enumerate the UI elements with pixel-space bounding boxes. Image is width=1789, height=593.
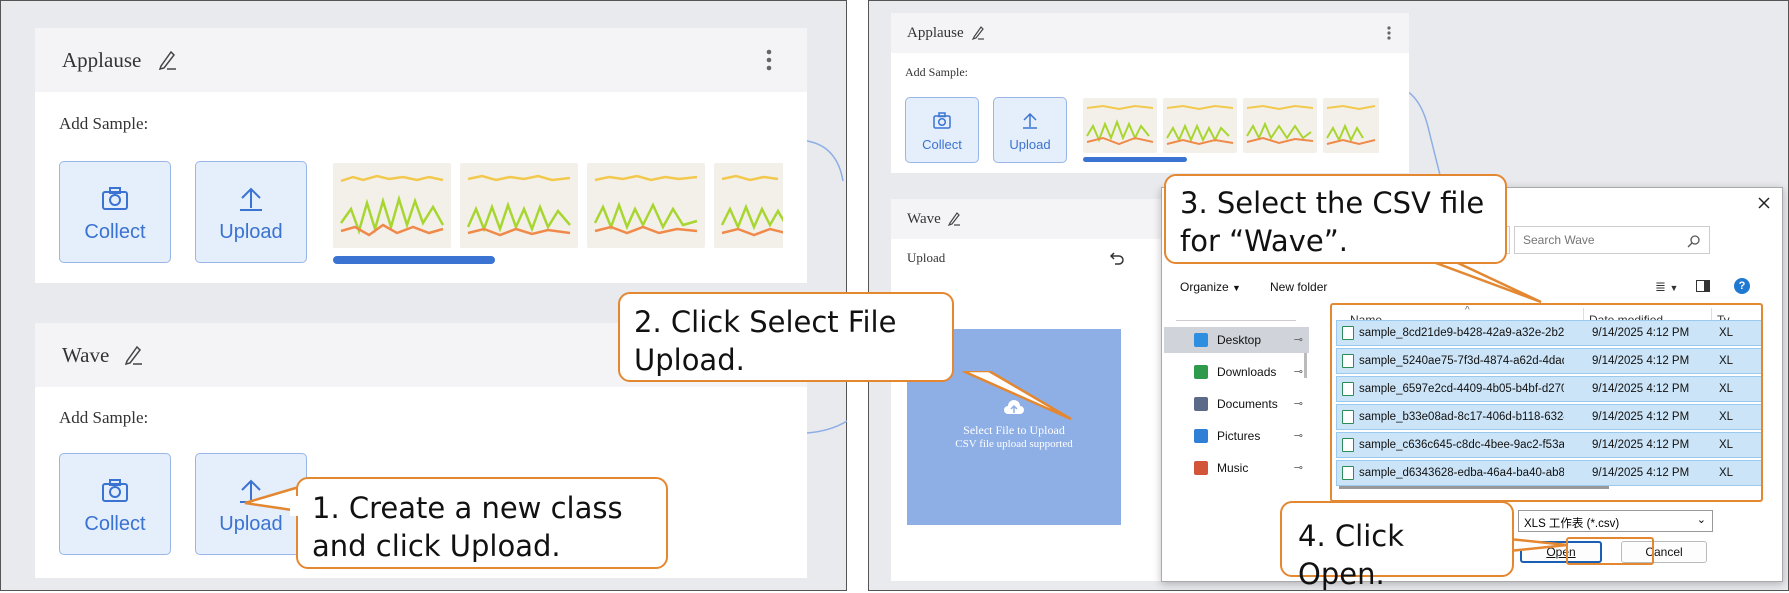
nav-item-label: Desktop xyxy=(1217,333,1262,347)
more-menu-icon[interactable] xyxy=(765,48,773,72)
preview-pane-icon[interactable] xyxy=(1696,280,1710,292)
nav-item-downloads[interactable]: Downloads ⊸ xyxy=(1164,359,1309,385)
class-card-applause: Applause Add Sample: Collect Upload xyxy=(35,28,807,283)
upload-button[interactable]: Upload xyxy=(993,97,1067,163)
desktop-icon xyxy=(1194,333,1208,347)
class-title[interactable]: Wave xyxy=(907,211,941,228)
pin-icon: ⊸ xyxy=(1293,334,1303,346)
collect-label: Collect xyxy=(84,513,146,535)
file-type-filter-label: XLS 工作表 (*.csv) xyxy=(1524,518,1620,530)
camera-icon xyxy=(102,187,128,210)
sample-thumbnail[interactable] xyxy=(714,163,783,248)
dropdown-arrow-icon: ▼ xyxy=(1232,283,1241,293)
thumbnail-scrollbar[interactable] xyxy=(333,256,495,264)
dropzone-title: Select File to Upload xyxy=(963,423,1065,437)
nav-item-desktop[interactable]: Desktop ⊸ xyxy=(1164,327,1309,353)
callout-step-2: 2. Click Select File Upload. xyxy=(618,292,954,382)
pin-icon: ⊸ xyxy=(1293,366,1303,378)
sample-thumbnail[interactable] xyxy=(333,163,451,248)
nav-item-music[interactable]: Music ⊸ xyxy=(1164,455,1309,481)
navigation-pane: Desktop ⊸ Downloads ⊸ Documents ⊸ Pictures ⊸ Mus… xyxy=(1164,308,1309,493)
collect-label: Collect xyxy=(922,137,962,152)
file-type-filter[interactable]: XLS 工作表 (*.csv) ⌄ xyxy=(1518,510,1713,532)
add-sample-label: Add Sample: xyxy=(59,408,149,427)
callout-step-1: 1. Create a new class and click Upload. xyxy=(296,477,668,569)
highlight-open-button xyxy=(1566,537,1654,565)
search-field[interactable] xyxy=(1514,226,1710,254)
chevron-down-icon: ⌄ xyxy=(1696,514,1706,526)
nav-item-label: Documents xyxy=(1217,397,1278,411)
callout-step-3: 3. Select the CSV file for “Wave”. xyxy=(1164,174,1507,264)
new-folder-button[interactable]: New folder xyxy=(1270,280,1327,294)
add-sample-label: Add Sample: xyxy=(905,65,968,79)
organize-menu[interactable]: Organize ▼ xyxy=(1180,280,1241,294)
class-title[interactable]: Wave xyxy=(62,343,109,368)
pictures-icon xyxy=(1194,429,1208,443)
organize-label: Organize xyxy=(1180,280,1229,294)
nav-item-label: Music xyxy=(1217,461,1249,475)
search-input[interactable] xyxy=(1521,232,1675,248)
sample-thumbnail[interactable] xyxy=(1083,98,1157,153)
nav-item-pictures[interactable]: Pictures ⊸ xyxy=(1164,423,1309,449)
more-menu-icon[interactable] xyxy=(1386,25,1392,41)
nav-item-documents[interactable]: Documents ⊸ xyxy=(1164,391,1309,417)
upload-arrow-icon xyxy=(1023,112,1037,129)
upload-label: Upload xyxy=(219,221,283,243)
collect-button[interactable]: Collect xyxy=(59,453,171,555)
pin-icon: ⊸ xyxy=(1293,398,1303,410)
sample-thumbnails[interactable] xyxy=(1083,98,1379,153)
documents-icon xyxy=(1194,397,1208,411)
callout-joint xyxy=(290,496,300,516)
close-icon[interactable] xyxy=(1756,195,1772,211)
upload-arrow-icon xyxy=(240,187,262,211)
sample-thumbnail[interactable] xyxy=(460,163,578,248)
class-card-applause: Applause Add Sample: Collect Upload xyxy=(891,13,1409,173)
collect-button[interactable]: Collect xyxy=(59,161,171,263)
sample-thumbnails[interactable] xyxy=(333,163,783,248)
edit-pencil-icon[interactable] xyxy=(971,24,985,41)
download-icon xyxy=(1194,365,1208,379)
dropzone-subtitle: CSV file upload supported xyxy=(955,438,1073,450)
right-screenshot-panel: Applause Add Sample: Collect Upload Wave xyxy=(618,0,1789,591)
thumbnail-scrollbar[interactable] xyxy=(1083,157,1187,162)
class-title[interactable]: Applause xyxy=(907,25,964,42)
upload-section-header: Upload xyxy=(907,250,946,265)
view-options-icon[interactable]: ≣ ▼ xyxy=(1655,279,1685,295)
card-header xyxy=(35,28,807,92)
add-sample-label: Add Sample: xyxy=(59,114,149,133)
edit-pencil-icon[interactable] xyxy=(947,210,961,227)
music-icon xyxy=(1194,461,1208,475)
pin-icon: ⊸ xyxy=(1293,462,1303,474)
collect-button[interactable]: Collect xyxy=(905,97,979,163)
callout-step-4: 4. Click Open. xyxy=(1280,501,1514,591)
search-icon xyxy=(1687,235,1700,248)
camera-icon xyxy=(102,479,128,502)
upload-label: Upload xyxy=(1009,137,1051,152)
callout-pointer xyxy=(962,371,1072,421)
upload-button[interactable]: Upload xyxy=(195,161,307,263)
callout-pointer xyxy=(1509,537,1568,553)
collect-label: Collect xyxy=(84,221,146,243)
help-icon[interactable]: ? xyxy=(1734,278,1750,294)
card-header xyxy=(891,13,1409,53)
sample-thumbnail[interactable] xyxy=(1243,98,1317,153)
nav-item-label: Pictures xyxy=(1217,429,1261,443)
sample-thumbnail[interactable] xyxy=(587,163,705,248)
highlight-file-list xyxy=(1330,303,1763,502)
class-title[interactable]: Applause xyxy=(62,48,141,73)
edit-pencil-icon[interactable] xyxy=(157,48,177,71)
edit-pencil-icon[interactable] xyxy=(123,343,143,366)
sample-thumbnail[interactable] xyxy=(1323,98,1379,153)
sample-thumbnail[interactable] xyxy=(1163,98,1237,153)
nav-item-label: Downloads xyxy=(1217,365,1277,379)
camera-icon xyxy=(933,112,951,129)
pin-icon: ⊸ xyxy=(1293,430,1303,442)
undo-icon[interactable] xyxy=(1109,249,1125,265)
